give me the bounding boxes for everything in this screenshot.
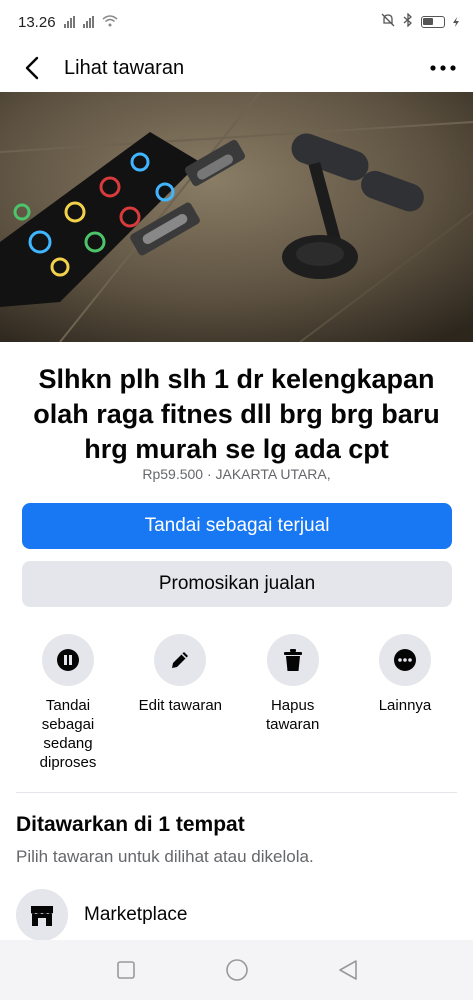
- silent-icon: [381, 13, 395, 31]
- delete-listing-button[interactable]: Hapus tawaran: [245, 634, 341, 772]
- app-bar: Lihat tawaran: [0, 44, 473, 92]
- signal-icon: [63, 16, 75, 28]
- home-button[interactable]: [217, 950, 257, 990]
- action-label: Tandai sebagai sedang diproses: [39, 697, 97, 771]
- recents-button[interactable]: [106, 950, 146, 990]
- mark-pending-button[interactable]: Tandai sebagai sedang diproses: [20, 634, 116, 772]
- status-time: 13.26: [18, 13, 56, 31]
- recents-square-icon: [116, 961, 135, 979]
- battery-icon: [421, 16, 445, 28]
- signal-icon: [82, 16, 94, 28]
- mark-as-sold-button[interactable]: Tandai sebagai terjual: [22, 503, 452, 549]
- charging-icon: [453, 14, 459, 31]
- home-circle-icon: [225, 959, 248, 981]
- back-triangle-icon: [338, 960, 357, 980]
- bluetooth-icon: [403, 12, 413, 31]
- promote-listing-button[interactable]: Promosikan jualan: [22, 561, 452, 607]
- more-actions-button[interactable]: Lainnya: [357, 634, 453, 772]
- status-bar: 13.26: [0, 0, 473, 44]
- back-button[interactable]: [20, 56, 44, 80]
- store-icon: [31, 906, 53, 926]
- place-label: Marketplace: [84, 904, 188, 925]
- status-left: 13.26: [18, 14, 118, 31]
- more-horizontal-icon: [430, 65, 456, 71]
- listing-actions: Tandai sebagai sedang diproses Edit tawa…: [20, 634, 453, 772]
- more-horizontal-icon: [393, 649, 416, 671]
- edit-listing-button[interactable]: Edit tawaran: [132, 634, 228, 772]
- chevron-left-icon: [25, 56, 39, 80]
- action-circle: [154, 634, 207, 686]
- system-nav-bar: [0, 940, 473, 1000]
- wifi-icon: [102, 14, 118, 31]
- status-right: [381, 12, 459, 31]
- fitness-equipment-image: [0, 92, 473, 342]
- action-circle: [378, 634, 431, 686]
- offered-section-title: Ditawarkan di 1 tempat: [16, 813, 245, 836]
- marketplace-listing-row[interactable]: Marketplace: [16, 888, 457, 942]
- listing-price-location: Rp59.500 · JAKARTA UTARA,: [142, 466, 331, 482]
- section-divider: [16, 792, 457, 793]
- listing-photo[interactable]: [0, 92, 473, 342]
- page-title: Lihat tawaran: [64, 56, 185, 79]
- listing-title: Slhkn plh slh 1 dr kelengkapan olah raga…: [33, 364, 440, 464]
- system-back-button[interactable]: [328, 950, 368, 990]
- place-icon-circle: [16, 889, 68, 941]
- more-options-button[interactable]: [427, 52, 459, 84]
- pencil-icon: [172, 652, 189, 668]
- action-label: Edit tawaran: [138, 697, 223, 714]
- action-label: Hapus tawaran: [265, 697, 320, 733]
- action-circle: [266, 634, 319, 686]
- action-circle: [42, 634, 94, 686]
- pause-icon: [57, 649, 79, 671]
- trash-icon: [283, 649, 302, 671]
- offered-section-subtitle: Pilih tawaran untuk dilihat atau dikelol…: [16, 847, 314, 866]
- action-label: Lainnya: [378, 697, 432, 714]
